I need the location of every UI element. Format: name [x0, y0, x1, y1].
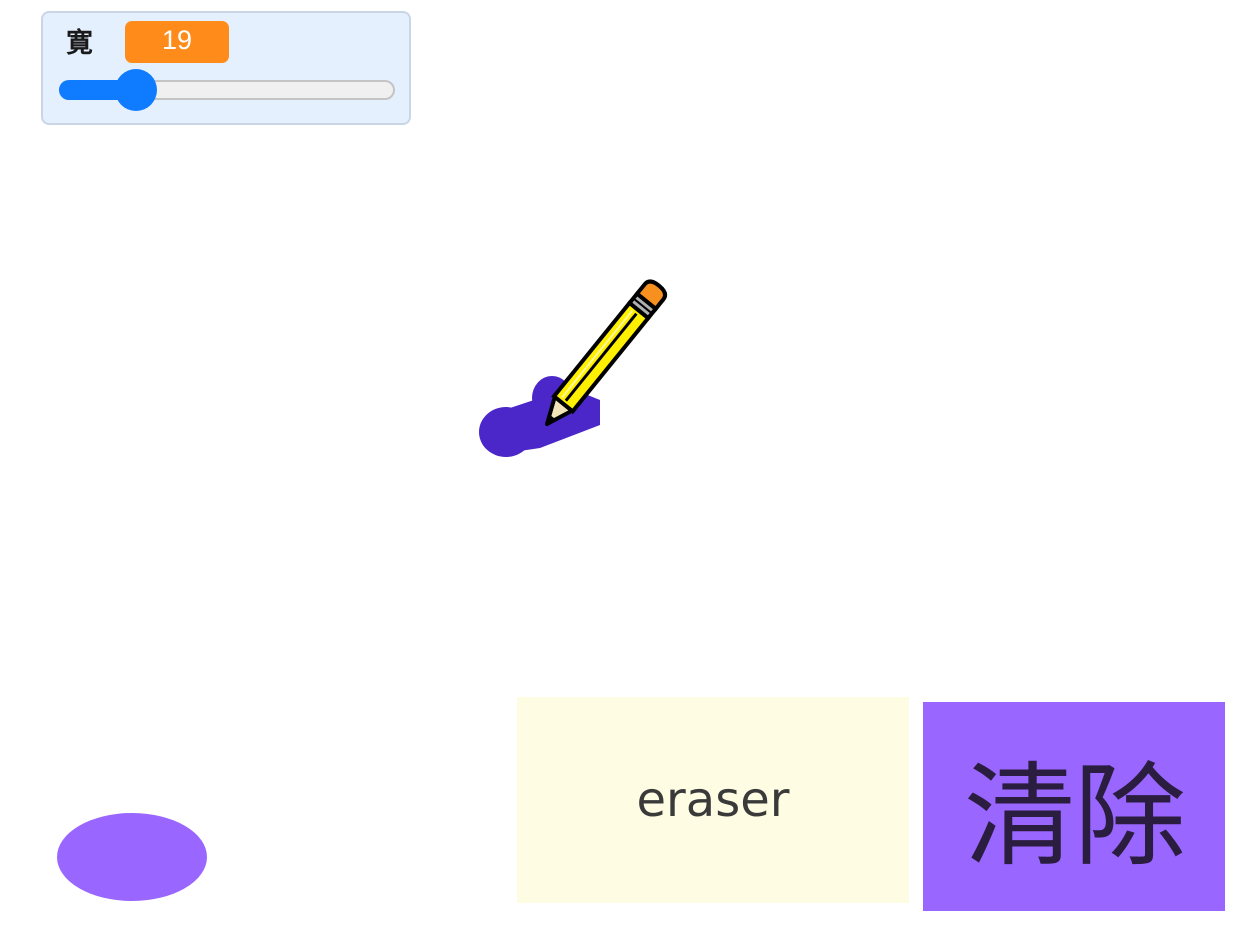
monitor-value: 19 [125, 21, 229, 63]
width-slider-monitor: 寛 19 [41, 11, 411, 125]
pencil-sprite[interactable] [470, 262, 690, 472]
clear-button-label: 清除 [964, 751, 1186, 882]
color-swatch[interactable] [57, 813, 207, 901]
eraser-button[interactable]: eraser [517, 697, 909, 903]
eraser-button-label: eraser [636, 772, 790, 828]
width-slider-thumb[interactable] [114, 69, 157, 111]
stage[interactable]: 寛 19 eraser 清除 [0, 0, 1250, 941]
pencil-icon [545, 279, 668, 426]
clear-button[interactable]: 清除 [923, 702, 1225, 911]
monitor-label: 寛 [66, 28, 93, 59]
